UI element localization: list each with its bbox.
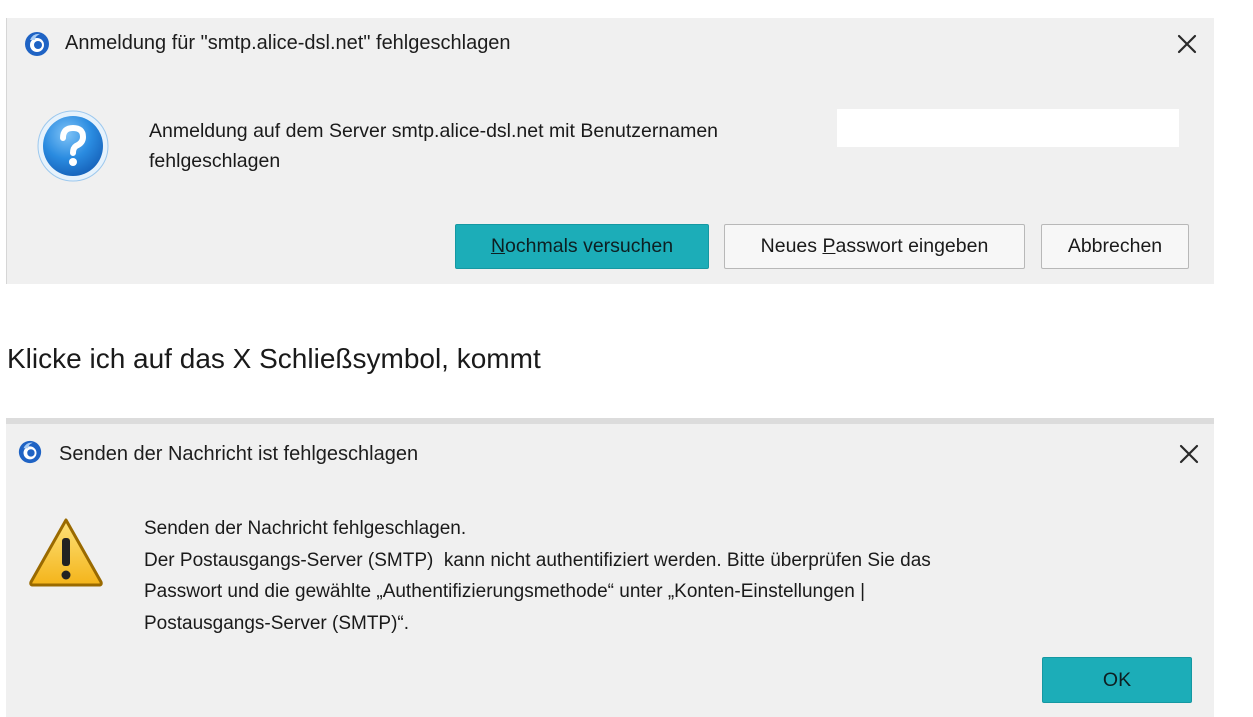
thunderbird-logo-icon (17, 439, 43, 465)
dialog-message: Senden der Nachricht fehlgeschlagen. Der… (144, 513, 931, 639)
dialog-title: Senden der Nachricht ist fehlgeschlagen (59, 443, 419, 465)
send-failed-dialog: Senden der Nachricht ist fehlgeschlagen … (6, 418, 1214, 717)
login-failed-dialog: Anmeldung für "smtp.alice-dsl.net" fehlg… (6, 18, 1214, 284)
dialog-message: Anmeldung auf dem Server smtp.alice-dsl.… (149, 116, 718, 176)
close-icon (1179, 444, 1199, 464)
question-icon (35, 108, 111, 184)
message-line: Anmeldung auf dem Server smtp.alice-dsl.… (149, 120, 719, 142)
button-label: OK (1102, 668, 1132, 691)
dialog-title: Anmeldung für "smtp.alice-dsl.net" fehlg… (65, 32, 511, 54)
button-label: Abbrechen (1067, 235, 1163, 257)
close-icon (1177, 34, 1197, 54)
explanation-text: Klicke ich auf das X Schließsymbol, komm… (7, 343, 541, 374)
close-button[interactable] (1170, 27, 1204, 61)
message-line: fehlgeschlagen (149, 150, 281, 172)
mnemonic: P (822, 235, 836, 257)
warning-icon (28, 516, 104, 588)
retry-button[interactable]: Nochmals versuchen (455, 224, 709, 269)
new-password-button[interactable]: Neues Passwort eingeben (724, 224, 1025, 269)
dialog-titlebar: Anmeldung für "smtp.alice-dsl.net" fehlg… (7, 18, 1214, 70)
message-line: Der Postausgangs-Server (SMTP) kann nich… (144, 549, 931, 571)
message-line: Passwort und die gewählte „Authentifizie… (144, 581, 866, 602)
cancel-button[interactable]: Abbrechen (1041, 224, 1189, 269)
message-line: Senden der Nachricht fehlgeschlagen. (144, 518, 467, 539)
thunderbird-logo-icon (23, 30, 51, 58)
button-label: asswort eingeben (835, 235, 989, 257)
dialog-titlebar: Senden der Nachricht ist fehlgeschlagen (6, 424, 1214, 476)
ok-button[interactable]: OK (1042, 657, 1192, 703)
mnemonic: N (490, 235, 506, 257)
redacted-username (837, 109, 1179, 147)
button-label: Neues (760, 235, 823, 257)
close-button[interactable] (1172, 437, 1206, 471)
button-label: ochmals versuchen (505, 235, 674, 257)
message-line: Postausgangs-Server (SMTP)“. (144, 612, 410, 634)
